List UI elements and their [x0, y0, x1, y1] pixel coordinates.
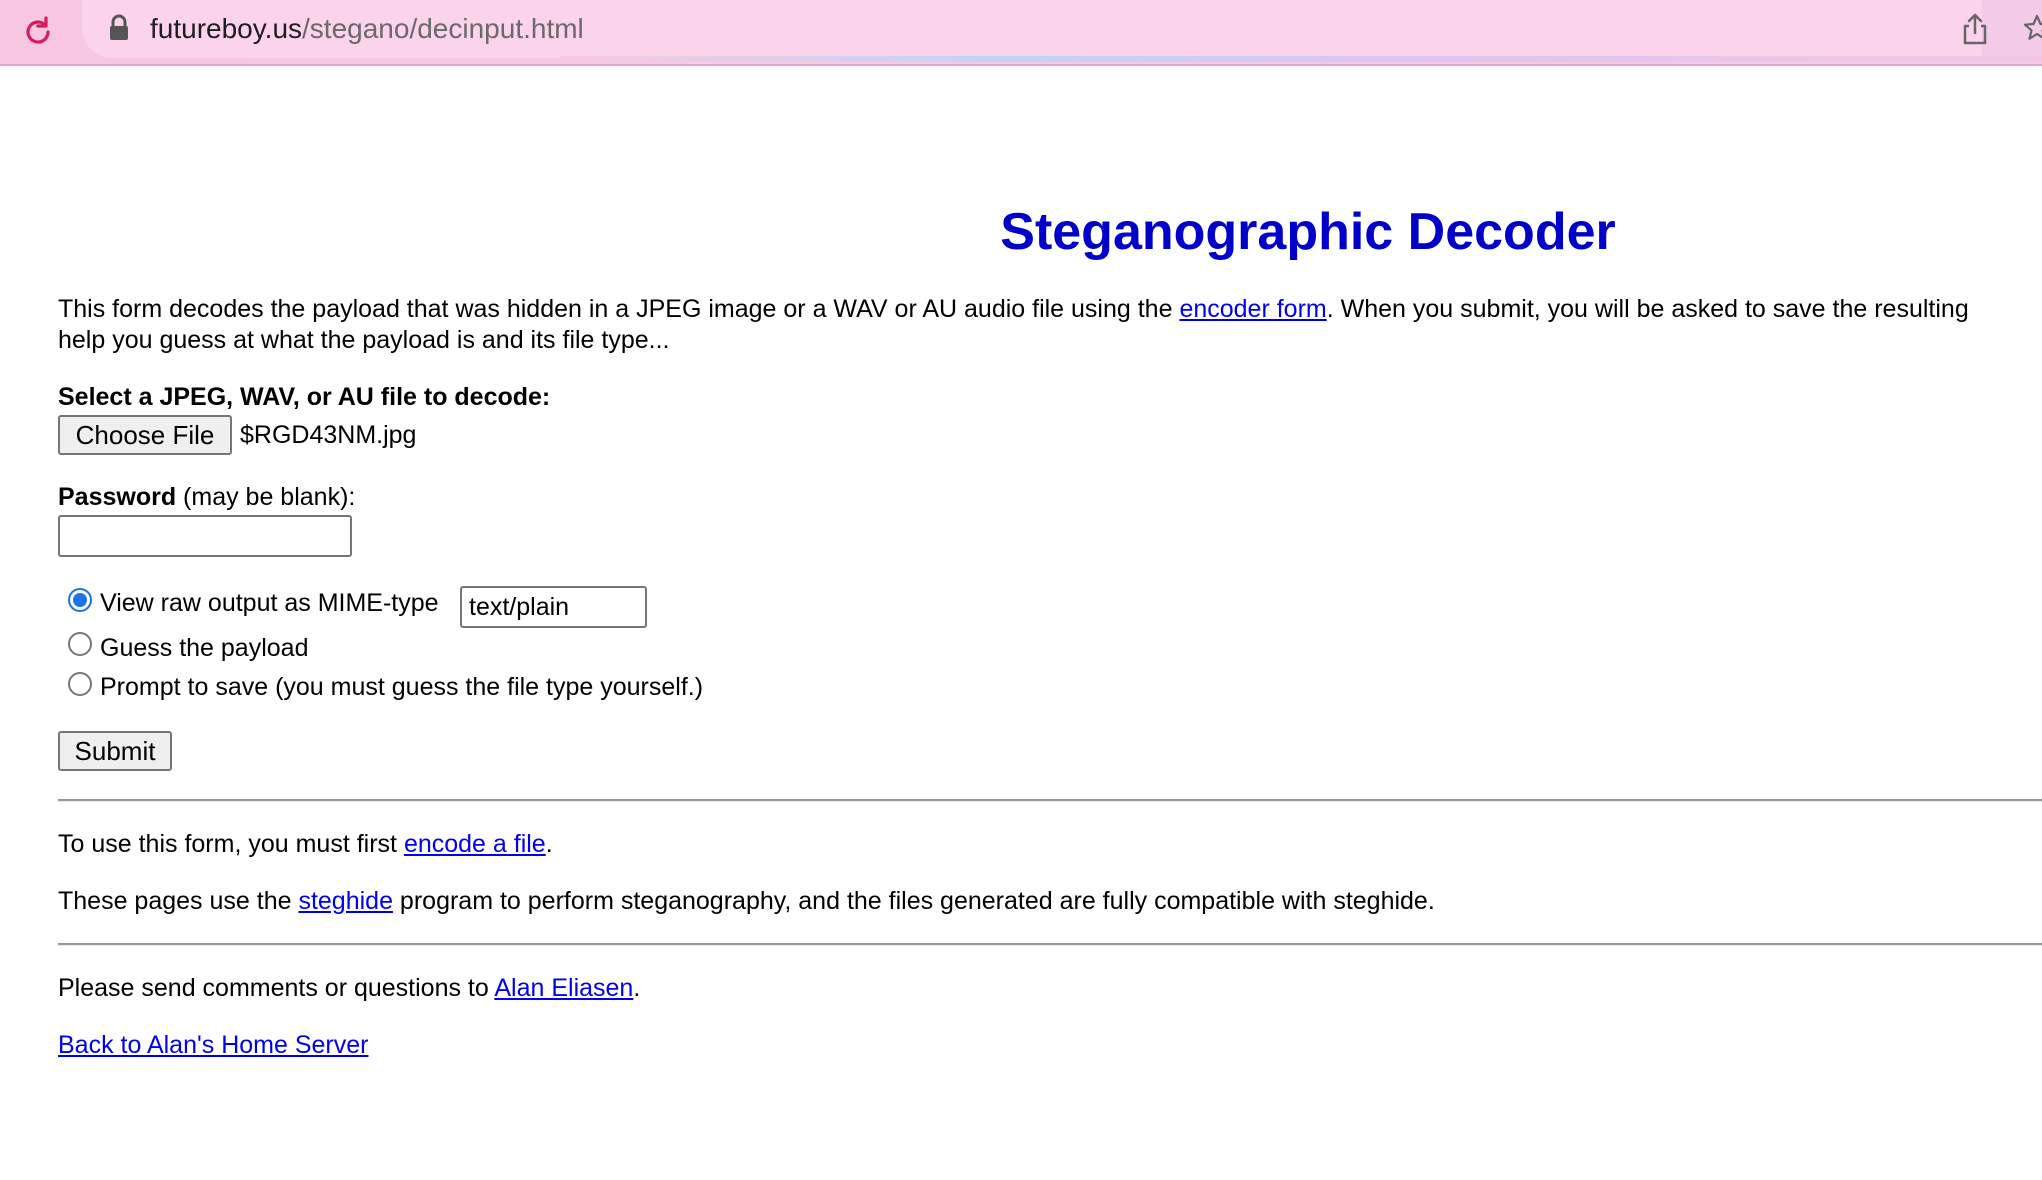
- radio-view-raw-label: View raw output as MIME-type: [100, 589, 439, 617]
- encode-text-2: .: [545, 830, 553, 858]
- toolbar-accent-strip: [560, 56, 2042, 62]
- steghide-text-2: program to perform steganography, and th…: [392, 887, 1435, 915]
- share-icon[interactable]: [1960, 12, 1994, 48]
- address-bar[interactable]: futureboy.us/stegano/decinput.html: [82, 0, 1982, 58]
- alan-eliasen-link[interactable]: Alan Eliasen: [494, 974, 633, 1002]
- password-label-rest: (may be blank):: [176, 483, 356, 511]
- steghide-note: These pages use the steghide program to …: [58, 886, 1435, 917]
- url-text[interactable]: futureboy.us/stegano/decinput.html: [150, 11, 584, 47]
- encoder-form-link[interactable]: encoder form: [1179, 295, 1326, 323]
- chosen-file-name: $RGD43NM.jpg: [240, 421, 417, 449]
- radio-guess-payload[interactable]: [68, 632, 92, 656]
- encode-instruction: To use this form, you must first encode …: [58, 829, 553, 860]
- reload-icon[interactable]: [18, 12, 58, 52]
- back-home-link[interactable]: Back to Alan's Home Server: [58, 1031, 368, 1059]
- intro-line-1: This form decodes the payload that was h…: [58, 294, 1969, 325]
- comments-line: Please send comments or questions to Ala…: [58, 973, 640, 1004]
- comments-text-1: Please send comments or questions to: [58, 974, 495, 1002]
- submit-button[interactable]: Submit: [58, 731, 172, 771]
- browser-toolbar: futureboy.us/stegano/decinput.html: [0, 0, 2042, 66]
- file-select-label: Select a JPEG, WAV, or AU file to decode…: [58, 383, 551, 411]
- mime-type-input[interactable]: [460, 586, 647, 628]
- radio-prompt-save-label: Prompt to save (you must guess the file …: [100, 673, 704, 701]
- intro-text-2: . When you submit, you will be asked to …: [1326, 295, 1969, 323]
- divider-2: [58, 943, 2042, 946]
- steghide-text-1: These pages use the: [58, 887, 299, 915]
- intro-line-2: help you guess at what the payload is an…: [58, 326, 670, 354]
- url-host: futureboy.us: [150, 13, 303, 44]
- radio-prompt-save[interactable]: [68, 672, 92, 696]
- encode-text-1: To use this form, you must first: [58, 830, 404, 858]
- radio-view-raw[interactable]: [68, 588, 92, 612]
- steghide-link[interactable]: steghide: [298, 887, 393, 915]
- bookmark-star-icon[interactable]: [2022, 12, 2042, 48]
- password-label: Password (may be blank):: [58, 482, 355, 513]
- password-label-bold: Password: [58, 483, 177, 511]
- page-title: Steganographic Decoder: [1000, 203, 1616, 261]
- lock-icon: [108, 14, 136, 44]
- choose-file-button[interactable]: Choose File: [58, 415, 232, 455]
- encode-a-file-link[interactable]: encode a file: [404, 830, 546, 858]
- radio-guess-payload-label: Guess the payload: [100, 634, 309, 662]
- password-input[interactable]: [58, 515, 352, 557]
- back-link-line: Back to Alan's Home Server: [58, 1030, 368, 1061]
- intro-text-1: This form decodes the payload that was h…: [58, 295, 1180, 323]
- divider-1: [58, 799, 2042, 802]
- comments-text-2: .: [633, 974, 641, 1002]
- url-path: /stegano/decinput.html: [302, 13, 584, 44]
